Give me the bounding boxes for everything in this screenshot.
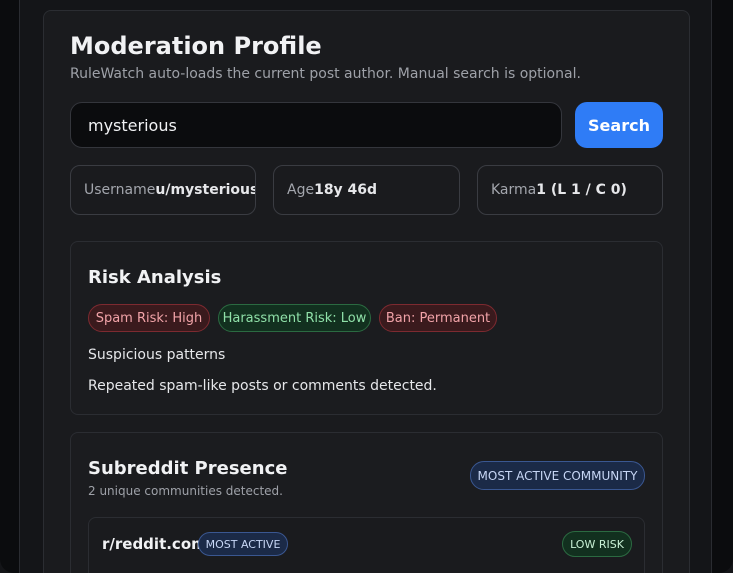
presence-summary: 2 unique communities detected.: [88, 484, 283, 498]
suspicious-patterns-heading: Suspicious patterns: [88, 347, 226, 363]
stat-username-value: u/mysterious: [155, 182, 256, 198]
spam-risk-pill: Spam Risk: High: [88, 304, 210, 332]
subreddit-presence-title: Subreddit Presence: [88, 458, 288, 479]
suspicious-patterns-detail: Repeated spam-like posts or comments det…: [88, 378, 437, 394]
ban-status-pill: Ban: Permanent: [379, 304, 497, 332]
low-risk-badge: LOW RISK: [562, 531, 632, 557]
username-search-input[interactable]: [70, 102, 562, 148]
left-frame: [0, 0, 20, 573]
most-active-tag: MOST ACTIVE: [198, 532, 288, 556]
stat-karma-value: 1 (L 1 / C 0): [536, 182, 627, 198]
risk-analysis-title: Risk Analysis: [88, 267, 222, 288]
search-button[interactable]: Search: [575, 102, 663, 148]
stat-username-label: Username: [84, 182, 156, 198]
stat-karma: Karma 1 (L 1 / C 0): [477, 165, 663, 215]
page-title: Moderation Profile: [70, 32, 322, 60]
right-frame: [711, 0, 733, 573]
page-subtitle: RuleWatch auto-loads the current post au…: [70, 66, 581, 82]
stat-username: Username u/mysterious: [70, 165, 256, 215]
subreddit-name[interactable]: r/reddit.com: [102, 535, 207, 553]
most-active-community-badge: MOST ACTIVE COMMUNITY: [470, 461, 645, 490]
harassment-risk-pill: Harassment Risk: Low: [218, 304, 371, 332]
stat-karma-label: Karma: [491, 182, 537, 198]
stat-age-value: 18y 46d: [314, 182, 378, 198]
stat-age-label: Age: [287, 182, 315, 198]
stat-age: Age 18y 46d: [273, 165, 460, 215]
subreddit-list-item[interactable]: r/reddit.com MOST ACTIVE LOW RISK: [88, 517, 645, 573]
